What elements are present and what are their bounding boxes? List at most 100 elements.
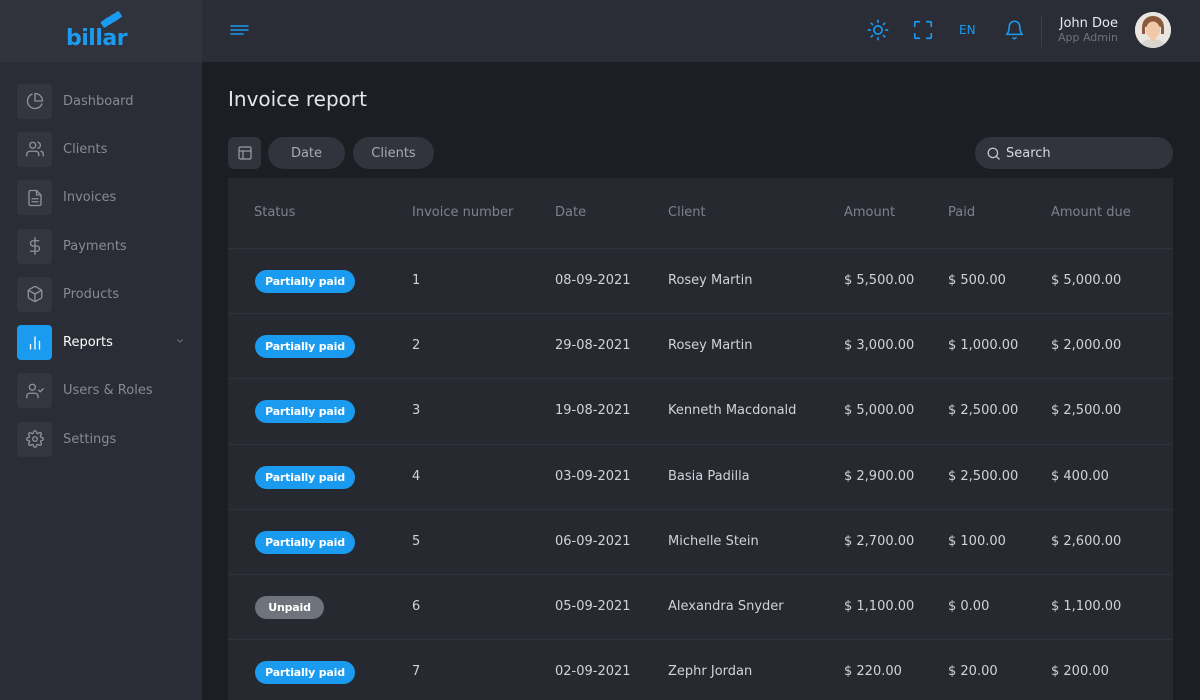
invoice-number: 5 [412,533,421,549]
sidebar-item-label: Settings [63,431,117,447]
amount-due: $ 1,100.00 [1051,598,1122,614]
menu-icon[interactable] [230,23,249,39]
sidebar-item-label: Products [63,286,120,302]
paid-amount: $ 100.00 [948,533,1006,549]
amount-due: $ 400.00 [1051,468,1109,484]
chevron-down-icon[interactable] [175,336,185,346]
clients-filter-button[interactable]: Clients [353,137,434,169]
amount: $ 1,100.00 [844,598,915,614]
sidebar-item-clients[interactable]: Clients [0,125,202,173]
sidebar-item-settings[interactable]: Settings [0,415,202,463]
sidebar-item-label: Invoices [63,190,117,206]
invoice-date: 03-09-2021 [555,468,631,484]
sidebar-item-dashboard[interactable]: Dashboard [0,77,202,125]
search-icon [987,147,1000,160]
status-badge: Partially paid [255,530,355,554]
invoice-number: 3 [412,403,421,419]
table-row[interactable]: Partially paid 4 03-09-2021 Basia Padill… [228,445,1173,510]
sidebar-item-payments[interactable]: Payments [0,222,202,270]
column-layout-button[interactable] [228,137,261,169]
invoice-date: 05-09-2021 [555,598,631,614]
layout-icon [237,146,252,160]
page-title: Invoice report [228,87,367,111]
column-header-amount-due[interactable]: Amount due [1051,205,1131,220]
status-badge: Partially paid [255,335,355,359]
avatar[interactable] [1135,12,1171,48]
amount-due: $ 2,600.00 [1051,533,1122,549]
column-header-amount[interactable]: Amount [844,205,895,220]
sidebar-item-reports[interactable]: Reports [0,318,202,366]
paid-amount: $ 2,500.00 [948,403,1019,419]
language-selector[interactable]: EN [959,23,976,37]
sidebar-item-label: Clients [63,141,108,157]
paid-amount: $ 2,500.00 [948,468,1019,484]
column-header-client[interactable]: Client [668,205,706,220]
fullscreen-icon[interactable] [912,19,934,41]
invoice-date: 29-08-2021 [555,338,631,354]
file-icon [17,180,52,216]
sidebar-item-products[interactable]: Products [0,270,202,318]
client-name: Kenneth Macdonald [668,403,797,419]
pie-chart-icon [17,83,52,119]
client-name: Michelle Stein [668,533,759,549]
sidebar-nav: Dashboard Clients Invoices Payments Prod… [0,62,202,463]
topbar: EN John Doe App Admin [202,0,1200,62]
column-header-status[interactable]: Status [254,205,295,220]
users-icon [17,131,52,167]
invoice-date: 08-09-2021 [555,273,631,288]
amount: $ 3,000.00 [844,338,915,354]
invoice-date: 02-09-2021 [555,664,631,680]
bell-icon[interactable] [1004,19,1025,41]
logo[interactable]: billar [0,0,202,62]
amount: $ 5,500.00 [844,273,915,288]
sidebar-item-invoices[interactable]: Invoices [0,174,202,222]
user-name[interactable]: John Doe [1060,16,1118,31]
sidebar-item-label: Dashboard [63,93,134,109]
table-row[interactable]: Partially paid 7 02-09-2021 Zephr Jordan… [228,640,1173,700]
sun-icon[interactable] [867,19,889,41]
client-name: Rosey Martin [668,338,753,354]
table-row[interactable]: Partially paid 2 29-08-2021 Rosey Martin… [228,314,1173,380]
sidebar-item-label: Payments [63,238,127,254]
invoice-number: 2 [412,338,421,354]
status-badge: Partially paid [255,400,355,424]
table-row[interactable]: Unpaid 6 05-09-2021 Alexandra Snyder $ 1… [228,575,1173,641]
amount-due: $ 2,000.00 [1051,338,1122,354]
amount: $ 2,700.00 [844,533,915,549]
client-name: Alexandra Snyder [668,598,784,614]
sidebar-item-users-roles[interactable]: Users & Roles [0,367,202,415]
amount-due: $ 200.00 [1051,664,1109,680]
client-name: Basia Padilla [668,468,750,484]
invoice-number: 7 [412,664,421,680]
column-header-date[interactable]: Date [555,205,586,220]
invoice-number: 6 [412,598,421,614]
status-badge: Partially paid [255,661,355,685]
status-badge: Unpaid [255,595,324,619]
column-header-invoice-number[interactable]: Invoice number [412,205,513,220]
user-role: App Admin [1057,31,1118,44]
sidebar: billar Dashboard Clients Invoices Paymen… [0,0,202,700]
invoice-number: 1 [412,273,421,288]
gear-icon [17,421,52,457]
status-badge: Partially paid [255,270,355,293]
table-row[interactable]: Partially paid 3 19-08-2021 Kenneth Macd… [228,379,1173,445]
sidebar-item-label: Reports [63,335,113,351]
status-badge: Partially paid [255,465,355,489]
box-icon [17,276,52,312]
table-row[interactable]: Partially paid 1 08-09-2021 Rosey Martin… [228,249,1173,315]
invoice-date: 06-09-2021 [555,533,631,549]
amount-due: $ 2,500.00 [1051,403,1122,419]
client-name: Rosey Martin [668,273,753,288]
paid-amount: $ 500.00 [948,273,1006,288]
bar-chart-icon [17,325,52,361]
paid-amount: $ 20.00 [948,664,998,680]
paid-amount: $ 1,000.00 [948,338,1019,354]
date-filter-button[interactable]: Date [268,137,345,169]
table-row[interactable]: Partially paid 5 06-09-2021 Michelle Ste… [228,510,1173,575]
search-input[interactable] [1006,145,1166,161]
dollar-icon [17,228,52,264]
invoice-number: 4 [412,468,421,484]
sidebar-item-label: Users & Roles [63,383,153,399]
column-header-paid[interactable]: Paid [948,205,975,220]
amount: $ 5,000.00 [844,403,915,419]
